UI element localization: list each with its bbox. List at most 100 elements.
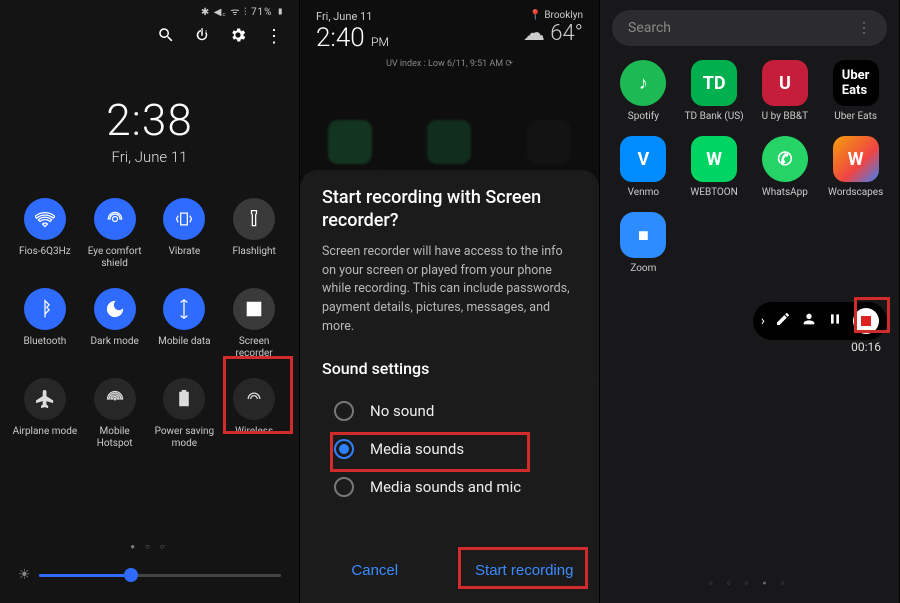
header-time: 2:40 <box>316 23 365 53</box>
brightness-slider[interactable]: ☀ <box>18 567 281 583</box>
app-td-bank-us-[interactable]: TD TD Bank (US) <box>681 60 748 122</box>
radio-media-and-mic[interactable]: Media sounds and mic <box>326 468 577 506</box>
app-spotify[interactable]: ♪ Spotify <box>610 60 677 122</box>
radio-icon <box>334 477 354 497</box>
data-icon <box>163 288 205 330</box>
cancel-button[interactable]: Cancel <box>300 550 450 591</box>
radio-no-sound[interactable]: No sound <box>326 392 577 430</box>
header-date: Fri, June 11 <box>316 10 389 23</box>
start-recording-button[interactable]: Start recording <box>450 550 600 591</box>
dialog-section-header: Sound settings <box>322 359 577 378</box>
qs-tile-battery[interactable]: Power saving mode <box>152 378 218 450</box>
dialog-title: Start recording with Screen recorder? <box>322 186 577 233</box>
wireless-icon <box>233 378 275 420</box>
record-icon <box>233 288 275 330</box>
app-label: Zoom <box>630 263 656 274</box>
qs-label: Bluetooth <box>23 336 66 348</box>
moon-icon <box>94 288 136 330</box>
qs-tile-wireless[interactable]: Wireless <box>221 378 287 450</box>
pager-dots: ● ○ ○ <box>0 542 299 551</box>
uv-index: UV index : Low 6/11, 9:51 AM ⟳ <box>300 59 599 69</box>
qs-label: Eye comfort shield <box>82 246 148 270</box>
qs-tile-flashlight[interactable]: Flashlight <box>221 198 287 270</box>
app-label: Uber Eats <box>834 111 877 122</box>
app-u-by-bb-t[interactable]: U U by BB&T <box>752 60 819 122</box>
app-icon: ♪ <box>620 60 666 106</box>
qs-tile-data[interactable]: Mobile data <box>152 288 218 360</box>
qs-label: Mobile data <box>158 336 211 348</box>
app-whatsapp[interactable]: ✆WhatsApp <box>752 136 819 198</box>
qs-label: Screen recorder <box>221 336 287 360</box>
stop-button[interactable] <box>853 308 879 334</box>
recording-timer: 00:16 <box>851 340 881 354</box>
search-bar[interactable]: Search ⋮ <box>612 10 887 46</box>
app-icon: ■ <box>620 212 666 258</box>
qs-label: Wireless <box>235 426 273 438</box>
qs-label: Power saving mode <box>152 426 218 450</box>
chevron-right-icon[interactable]: › <box>761 313 765 329</box>
wifi-icon <box>24 198 66 240</box>
qs-tile-plane[interactable]: Airplane mode <box>12 378 78 450</box>
qs-label: Fios-6Q3Hz <box>19 246 71 258</box>
app-label: TD Bank (US) <box>685 111 744 122</box>
radio-icon <box>334 401 354 421</box>
person-icon[interactable] <box>801 311 817 331</box>
more-icon[interactable]: ⋮ <box>857 20 871 36</box>
radio-label: No sound <box>370 402 434 420</box>
search-icon[interactable] <box>157 26 175 48</box>
app-label: Wordscapes <box>828 187 883 198</box>
qs-tile-bluetooth[interactable]: Bluetooth <box>12 288 78 360</box>
app-icon: U <box>762 60 808 106</box>
plane-icon <box>24 378 66 420</box>
app-wordscapes[interactable]: W Wordscapes <box>822 136 889 198</box>
lockscreen-clock: 2:38 Fri, June 11 <box>0 94 299 166</box>
header-location: Brooklyn <box>544 10 583 21</box>
quick-settings-panel: ✱ ◀꜀ ᯤ ⫶ 71% ▮ ⋮ 2:38 Fri, June 11 Fios-… <box>0 0 300 603</box>
battery-icon <box>163 378 205 420</box>
app-label: WhatsApp <box>762 187 808 198</box>
flashlight-icon <box>233 198 275 240</box>
radio-label: Media sounds <box>370 440 464 458</box>
app-uber-eats[interactable]: UberEatsUber Eats <box>822 60 889 122</box>
status-bar: ✱ ◀꜀ ᯤ ⫶ 71% ▮ <box>0 0 299 18</box>
clock-date: Fri, June 11 <box>0 148 299 166</box>
lockscreen-header: Fri, June 11 2:40 PM 📍 Brooklyn ☁ 64° <box>300 0 599 57</box>
dialog-panel: Fri, June 11 2:40 PM 📍 Brooklyn ☁ 64° UV… <box>300 0 600 603</box>
app-label: WEBTOON <box>690 187 737 198</box>
gear-icon[interactable] <box>229 26 247 48</box>
recorder-floating-toolbar[interactable]: › <box>753 302 887 340</box>
hotspot-icon <box>94 378 136 420</box>
qs-tile-eye[interactable]: Eye comfort shield <box>82 198 148 270</box>
app-icon: W <box>691 136 737 182</box>
brightness-icon: ☀ <box>18 567 31 583</box>
app-label: Spotify <box>628 111 659 122</box>
app-webtoon[interactable]: W WEBTOON <box>681 136 748 198</box>
app-icon: TD <box>691 60 737 106</box>
qs-tile-wifi[interactable]: Fios-6Q3Hz <box>12 198 78 270</box>
qs-label: Dark mode <box>90 336 138 348</box>
radio-media-sounds[interactable]: Media sounds <box>326 430 577 468</box>
screen-recorder-dialog: Start recording with Screen recorder? Sc… <box>300 170 599 603</box>
more-icon[interactable]: ⋮ <box>265 30 283 44</box>
qs-label: Flashlight <box>232 246 275 258</box>
qs-tile-record[interactable]: Screen recorder <box>221 288 287 360</box>
app-icon: W <box>833 136 879 182</box>
search-placeholder: Search <box>628 20 671 36</box>
pencil-icon[interactable] <box>775 311 791 331</box>
radio-icon <box>334 439 354 459</box>
radio-label: Media sounds and mic <box>370 478 521 496</box>
qs-label: Mobile Hotspot <box>82 426 148 450</box>
qs-tile-hotspot[interactable]: Mobile Hotspot <box>82 378 148 450</box>
power-icon[interactable] <box>193 26 211 48</box>
header-meridiem: PM <box>371 35 389 49</box>
qs-tile-moon[interactable]: Dark mode <box>82 288 148 360</box>
app-zoom[interactable]: ■ Zoom <box>610 212 677 274</box>
app-venmo[interactable]: VVenmo <box>610 136 677 198</box>
qs-tile-vibrate[interactable]: Vibrate <box>152 198 218 270</box>
vibrate-icon <box>163 198 205 240</box>
app-label: Venmo <box>628 187 659 198</box>
app-drawer-panel: Search ⋮ ♪ Spotify TD TD Bank (US) U U by BB&… <box>600 0 900 603</box>
pause-icon[interactable] <box>827 311 843 331</box>
app-label: U by BB&T <box>762 111 808 122</box>
dialog-description: Screen recorder will have access to the … <box>322 243 577 337</box>
